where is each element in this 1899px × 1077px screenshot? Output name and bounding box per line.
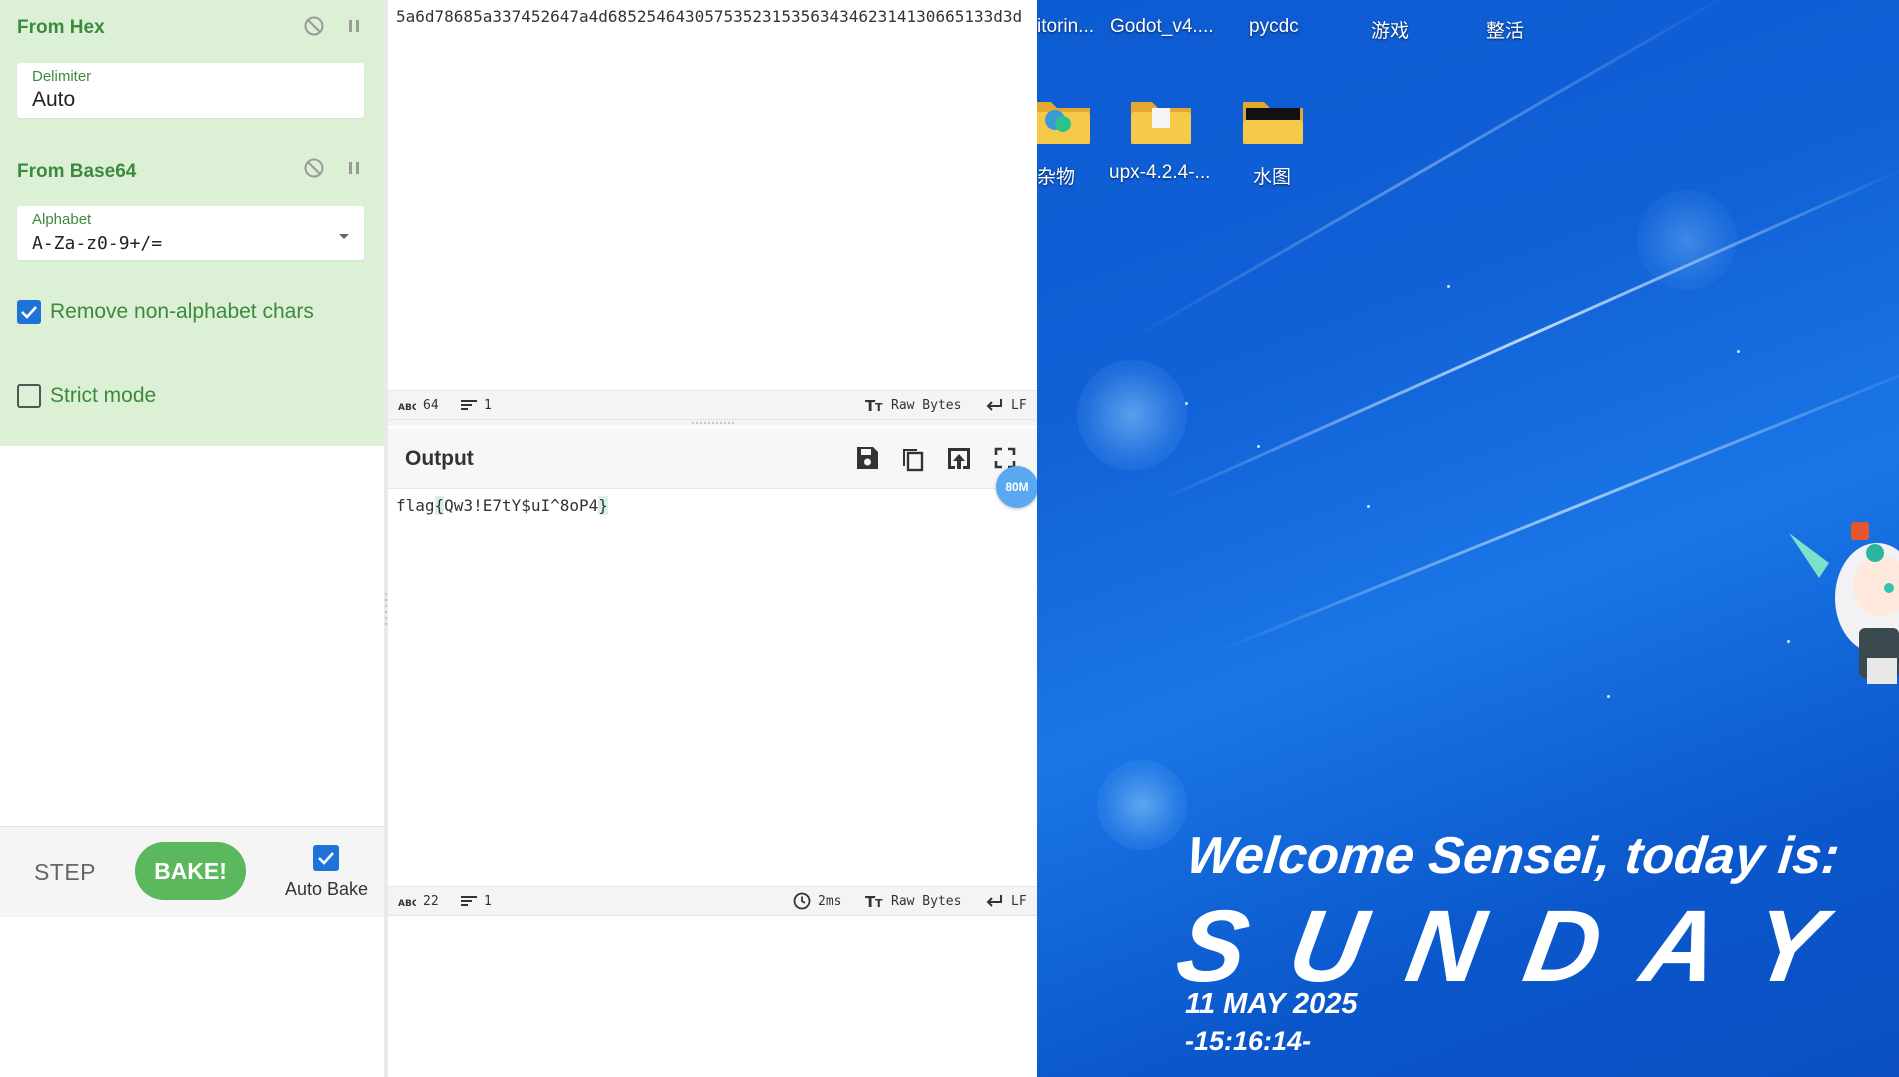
output-lines: 1 <box>484 894 492 909</box>
svg-text:T: T <box>875 897 883 909</box>
svg-text:ABC: ABC <box>398 899 416 907</box>
auto-bake-label: Auto Bake <box>285 879 369 899</box>
clock-icon <box>793 892 811 914</box>
delimiter-value: Auto <box>32 88 76 111</box>
lines-icon <box>460 893 478 913</box>
font-size-icon[interactable]: TT <box>865 397 885 417</box>
pane-resizer[interactable] <box>388 420 1037 426</box>
output-encoding[interactable]: Raw Bytes <box>891 894 961 909</box>
wallpaper-time-text: -15:16:14- <box>1185 1026 1312 1056</box>
recipe-operations: From Hex Delimiter Auto From Base64 Alph… <box>0 0 384 446</box>
wallpaper-star <box>1737 350 1740 353</box>
desktop-icon-label[interactable]: Godot_v4.... <box>1110 16 1214 38</box>
alphabet-select[interactable]: Alphabet A-Za-z0-9+/= <box>17 206 364 260</box>
strict-mode-label: Strict mode <box>50 384 157 407</box>
recipe-panel: From Hex Delimiter Auto From Base64 Alph… <box>0 0 384 1077</box>
output-size-badge: 80M <box>996 466 1038 508</box>
wallpaper-orb <box>1637 190 1737 290</box>
output-textarea[interactable]: flag{Qw3!E7tY$uI^8oP4} <box>396 496 608 515</box>
return-icon[interactable] <box>985 893 1003 913</box>
output-bake-time: 2ms <box>818 894 842 909</box>
alphabet-label: Alphabet <box>32 211 92 228</box>
desktop-icon-label[interactable]: itorin... <box>1037 16 1094 38</box>
desktop-icon-label[interactable]: 杂物 <box>1037 162 1075 189</box>
op-from-hex-title: From Hex <box>17 17 105 38</box>
input-textarea[interactable]: 5a6d78685a337452647a4d685254643057535231… <box>396 4 1026 30</box>
auto-bake-checkbox[interactable] <box>313 845 339 871</box>
wallpaper-star <box>1185 402 1188 405</box>
desktop-icon-label[interactable]: pycdc <box>1249 16 1299 38</box>
step-button[interactable]: STEP <box>18 849 112 895</box>
wallpaper-beam <box>1156 166 1899 503</box>
wallpaper-beam <box>1126 0 1734 343</box>
abc-length-icon: ABC <box>398 896 419 911</box>
desktop-icon-label[interactable]: 整活 <box>1486 16 1524 43</box>
wallpaper-orb <box>1097 760 1187 850</box>
remove-non-alphabet-checkbox[interactable] <box>17 300 41 324</box>
wallpaper-date-text: 11 MAY 2025 <box>1185 988 1358 1020</box>
wallpaper-orb <box>1077 360 1187 470</box>
chevron-down-icon[interactable] <box>338 228 350 246</box>
lines-icon <box>460 397 478 417</box>
folder-icon[interactable] <box>1128 94 1194 148</box>
desktop-wallpaper: itorin... Godot_v4.... pycdc 游戏 整活 杂物 up… <box>1037 0 1899 1077</box>
folder-icon[interactable] <box>1240 94 1306 148</box>
input-length: 64 <box>423 398 439 413</box>
pause-icon[interactable] <box>342 156 366 180</box>
wallpaper-star <box>1447 285 1450 288</box>
remove-non-alphabet-label: Remove non-alphabet chars <box>50 300 314 323</box>
save-icon[interactable] <box>852 443 882 473</box>
pane-resizer-grip[interactable] <box>692 422 734 426</box>
op-from-base64-title: From Base64 <box>17 161 137 182</box>
disable-icon[interactable] <box>302 156 326 180</box>
replace-input-icon[interactable] <box>944 443 974 473</box>
output-brace-open: { <box>434 496 445 515</box>
abc-length-icon: ABC <box>398 400 419 415</box>
svg-text:T: T <box>875 401 883 413</box>
copy-icon[interactable] <box>898 443 928 473</box>
input-lines: 1 <box>484 398 492 413</box>
output-flag-prefix: flag <box>396 496 435 515</box>
disable-icon[interactable] <box>302 14 326 38</box>
font-size-icon[interactable]: TT <box>865 893 885 913</box>
output-brace-close: } <box>598 496 608 515</box>
svg-text:ABC: ABC <box>398 403 416 411</box>
input-encoding[interactable]: Raw Bytes <box>891 398 961 413</box>
desktop-icon-label[interactable]: 水图 <box>1253 162 1291 189</box>
mascot-image <box>1789 508 1899 698</box>
output-eol[interactable]: LF <box>1011 894 1027 909</box>
io-panel: 5a6d78685a337452647a4d685254643057535231… <box>388 0 1037 1077</box>
pause-icon[interactable] <box>342 14 366 38</box>
output-title: Output <box>405 447 474 470</box>
output-flag-body: Qw3!E7tY$uI^8oP4 <box>444 496 599 515</box>
bake-controls: STEP BAKE! Auto Bake <box>0 826 384 917</box>
output-header: Output <box>388 428 1037 489</box>
wallpaper-star <box>1257 445 1260 448</box>
output-status-bar: ABC 22 1 2ms TT Raw Bytes LF <box>388 886 1037 916</box>
input-eol[interactable]: LF <box>1011 398 1027 413</box>
return-icon[interactable] <box>985 397 1003 417</box>
desktop-icon-label[interactable]: upx-4.2.4-... <box>1109 162 1210 184</box>
folder-icon[interactable] <box>1037 94 1093 148</box>
desktop-icon-label[interactable]: 游戏 <box>1371 16 1409 43</box>
wallpaper-star <box>1607 695 1610 698</box>
wallpaper-star <box>1367 505 1370 508</box>
strict-mode-checkbox[interactable] <box>17 384 41 408</box>
wallpaper-welcome-text: Welcome Sensei, today is: <box>1183 827 1843 885</box>
delimiter-field[interactable]: Delimiter Auto <box>17 63 364 118</box>
alphabet-value: A-Za-z0-9+/= <box>32 233 163 254</box>
delimiter-label: Delimiter <box>32 68 92 85</box>
output-length: 22 <box>423 894 439 909</box>
input-status-bar: ABC 64 1 TT Raw Bytes LF <box>388 390 1037 420</box>
bake-button[interactable]: BAKE! <box>135 842 246 900</box>
